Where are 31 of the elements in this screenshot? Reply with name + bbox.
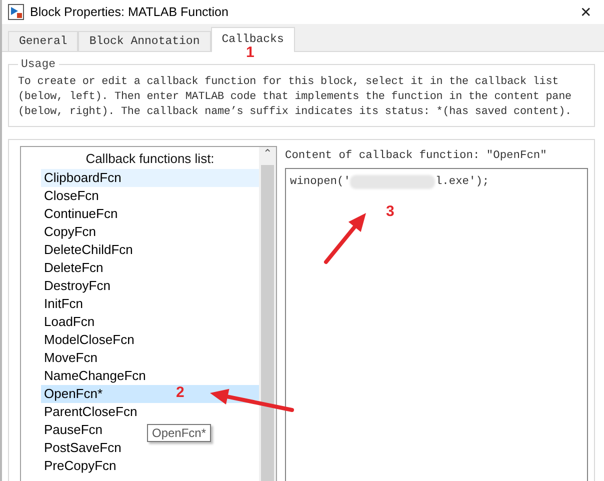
group-legend: Usage [18, 58, 59, 71]
code-line: winopen(' l.exe'); [290, 174, 490, 190]
list-item[interactable]: DeleteFcn [41, 259, 104, 277]
list-item[interactable]: InitFcn [41, 295, 84, 313]
list-item[interactable]: ParentCloseFcn [41, 403, 138, 421]
list-item[interactable]: PauseFcn [41, 421, 103, 439]
scrollbar[interactable]: ⌃ [259, 147, 276, 481]
list-item[interactable]: DestroyFcn [41, 277, 110, 295]
list-item[interactable]: ClipboardFcn [41, 169, 259, 187]
list-item[interactable]: ContinueFcn [41, 205, 118, 223]
close-button[interactable]: ✕ [580, 4, 596, 20]
list-item[interactable]: LoadFcn [41, 313, 95, 331]
window-title: Block Properties: MATLAB Function [30, 5, 230, 19]
list-item[interactable]: CloseFcn [41, 187, 99, 205]
block-icon [8, 4, 24, 20]
list-item[interactable]: DeleteChildFcn [41, 241, 133, 259]
list-item[interactable]: MoveFcn [41, 349, 98, 367]
list-item[interactable]: NameChangeFcn [41, 367, 146, 385]
list-item[interactable]: PreCopyFcn [41, 457, 116, 475]
list-heading: Callback functions list: [84, 150, 216, 168]
tab[interactable]: Block Annotation [78, 31, 211, 51]
list-item[interactable]: PostSaveFcn [41, 439, 122, 457]
annotation-number: 2 [176, 384, 184, 401]
list-item[interactable]: ModelCloseFcn [41, 331, 134, 349]
list-item[interactable]: CopyFcn [41, 223, 96, 241]
content-heading: Content of callback function: ″OpenFcn″ [285, 148, 548, 164]
tab[interactable]: General [8, 31, 78, 51]
tooltip: OpenFcn* [147, 424, 212, 442]
usage-text: To create or edit a callback function for this block, select it in the callback list (below, left). Then enter MATLAB code that implements the function in the content pane (below, right). The callback name’s suffix indicates its status: *(has saved content). [18, 75, 572, 120]
annotation-number: 3 [386, 203, 394, 220]
annotation-arrow [324, 213, 366, 264]
